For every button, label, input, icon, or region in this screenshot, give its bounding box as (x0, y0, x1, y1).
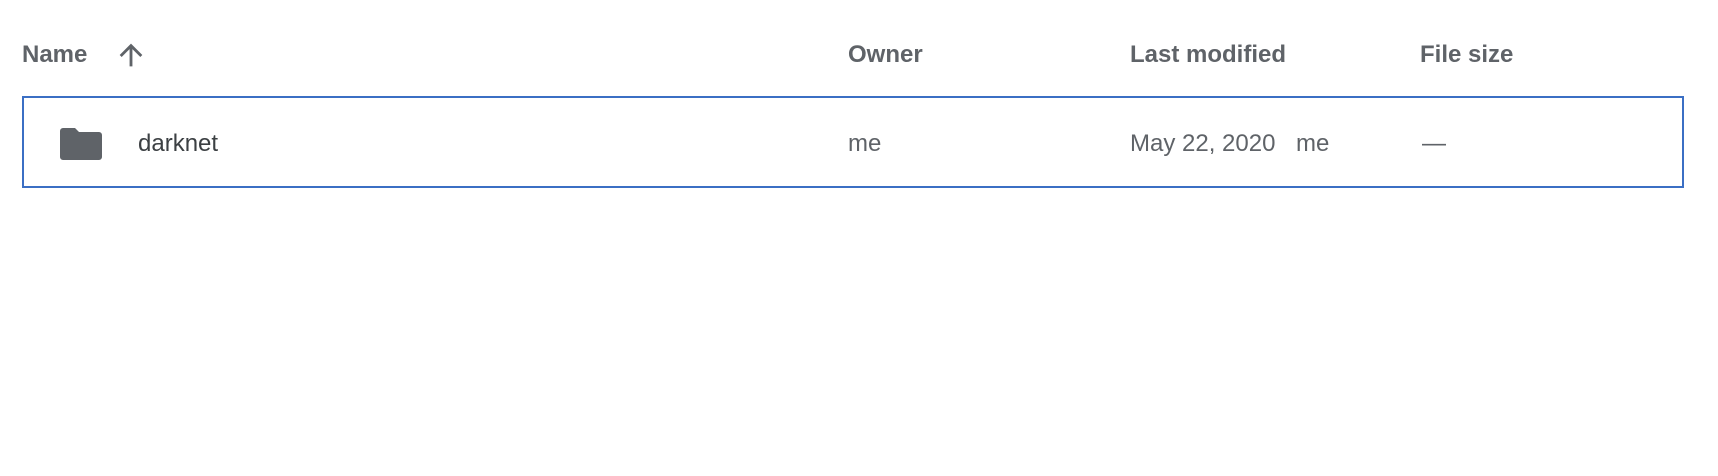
last-modified-by: me (1296, 130, 1330, 157)
last-modified-date: May 22, 2020 (1130, 130, 1276, 157)
column-header-owner[interactable]: Owner (848, 40, 923, 70)
arrow-up-icon[interactable] (114, 38, 148, 72)
file-owner: me (848, 130, 882, 157)
column-header-name[interactable]: Name (22, 40, 87, 70)
file-size: — (1422, 130, 1446, 157)
column-header-row: Name Owner Last modified File size (22, 26, 1688, 86)
folder-icon (60, 128, 102, 160)
column-header-file-size[interactable]: File size (1420, 40, 1513, 70)
table-row[interactable]: darknet me May 22, 2020 me — (22, 96, 1684, 188)
file-name: darknet (138, 130, 219, 157)
column-header-last-modified[interactable]: Last modified (1130, 40, 1286, 70)
file-list: Name Owner Last modified File size darkn… (0, 0, 1718, 476)
